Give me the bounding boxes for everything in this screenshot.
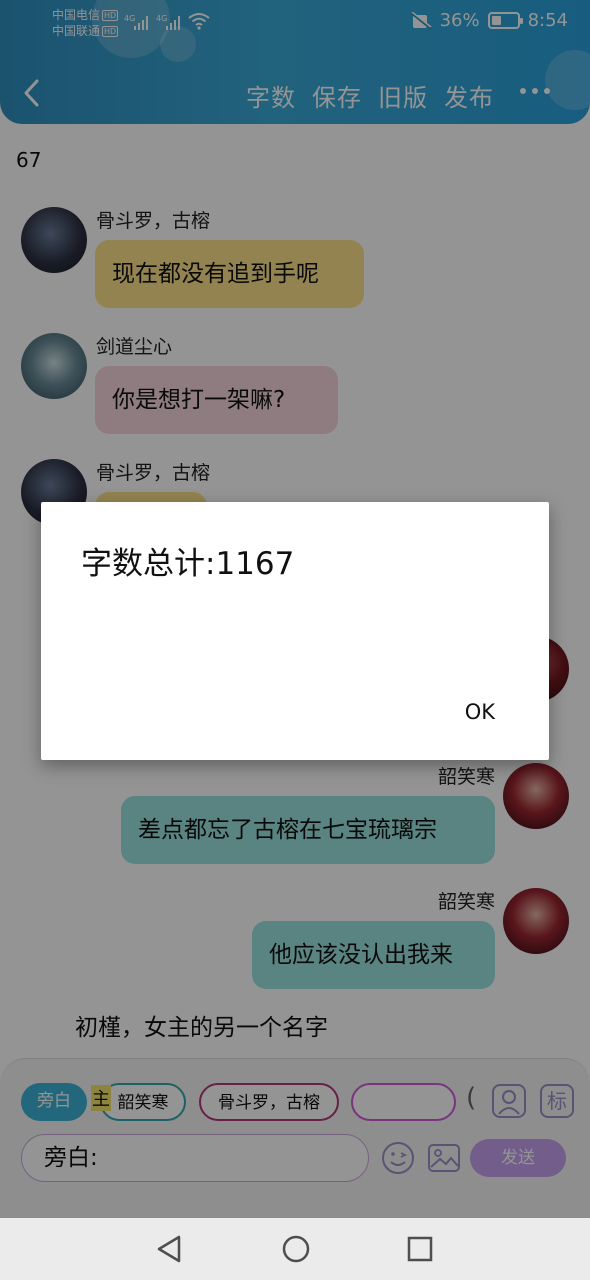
ok-button[interactable]: OK <box>465 700 495 724</box>
nav-overlay <box>0 1218 590 1280</box>
word-count-dialog: 字数总计:1167 OK <box>41 502 549 760</box>
dialog-message: 字数总计:1167 <box>81 546 295 582</box>
